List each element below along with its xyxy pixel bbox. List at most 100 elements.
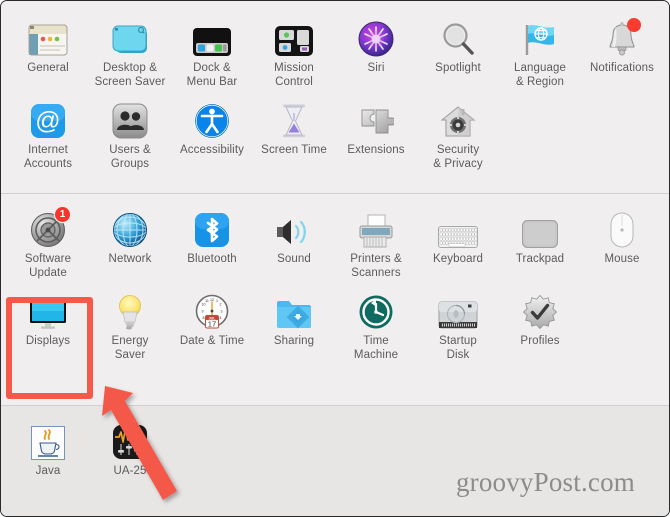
sharing-folder-icon bbox=[271, 290, 317, 330]
pref-item-keyboard[interactable]: Keyboard bbox=[417, 198, 499, 280]
watermark: groovyPost.com bbox=[455, 467, 635, 497]
pref-item-date-time[interactable]: 123 69 12 45 78 1011 JUL 17 Date & Time bbox=[171, 280, 253, 362]
keyboard-icon bbox=[435, 208, 481, 248]
pref-item-spotlight[interactable]: Spotlight bbox=[417, 7, 499, 89]
svg-text:@: @ bbox=[35, 107, 60, 135]
pref-item-label: Startup Disk bbox=[439, 335, 477, 361]
pref-item-displays[interactable]: Displays bbox=[7, 280, 89, 362]
pref-item-bluetooth[interactable]: Bluetooth bbox=[171, 198, 253, 280]
pref-item-label: Security & Privacy bbox=[433, 144, 483, 170]
pref-item-label: General bbox=[27, 62, 69, 74]
energy-saver-bulb-icon bbox=[107, 290, 153, 330]
svg-text:8: 8 bbox=[203, 316, 205, 320]
pref-item-label: Notifications bbox=[590, 62, 654, 74]
pref-item-label: Desktop & Screen Saver bbox=[94, 62, 166, 88]
pref-item-label: Siri bbox=[367, 62, 385, 74]
trackpad-icon bbox=[517, 208, 563, 248]
ua25-audio-icon bbox=[107, 420, 153, 460]
pref-item-java[interactable]: Java bbox=[7, 410, 89, 479]
pref-item-label: Extensions bbox=[347, 144, 405, 156]
siri-icon bbox=[353, 17, 399, 57]
pref-item-language-region[interactable]: Language & Region bbox=[499, 7, 581, 89]
svg-text:9: 9 bbox=[202, 310, 204, 314]
network-globe-icon bbox=[107, 208, 153, 248]
pref-item-label: Mouse bbox=[604, 253, 640, 265]
system-preferences-window: General Desktop & Screen Saver Dock & Me… bbox=[0, 0, 670, 517]
preferences-pane-hardware: 1 Software Update Network Bluetooth Soun… bbox=[1, 193, 669, 405]
svg-text:17: 17 bbox=[208, 320, 216, 329]
printer-icon bbox=[353, 208, 399, 248]
pref-item-label: Software Update bbox=[24, 253, 72, 279]
pref-item-desktop-screen-saver[interactable]: Desktop & Screen Saver bbox=[89, 7, 171, 89]
pref-item-label: Displays bbox=[25, 335, 71, 347]
pref-item-label: Time Machine bbox=[353, 335, 399, 361]
pref-item-label: Sharing bbox=[273, 335, 315, 347]
pref-item-label: Users & Groups bbox=[109, 144, 151, 170]
pref-item-software-update[interactable]: 1 Software Update bbox=[7, 198, 89, 280]
sound-speaker-icon bbox=[271, 208, 317, 248]
pref-item-printers-scanners[interactable]: Printers & Scanners bbox=[335, 198, 417, 280]
pref-item-label: UA-25 bbox=[113, 465, 147, 477]
pref-item-screen-time[interactable]: Screen Time bbox=[253, 89, 335, 171]
pref-item-sharing[interactable]: Sharing bbox=[253, 280, 335, 362]
users-groups-icon bbox=[107, 99, 153, 139]
pref-item-label: Dock & Menu Bar bbox=[186, 62, 238, 88]
pref-item-notifications[interactable]: Notifications bbox=[581, 7, 663, 89]
pref-item-mouse[interactable]: Mouse bbox=[581, 198, 663, 280]
pref-item-mission-control[interactable]: Mission Control bbox=[253, 7, 335, 89]
pref-item-time-machine[interactable]: Time Machine bbox=[335, 280, 417, 362]
notifications-bell-icon bbox=[599, 17, 645, 57]
pref-item-label: Screen Time bbox=[261, 144, 327, 156]
pref-item-trackpad[interactable]: Trackpad bbox=[499, 198, 581, 280]
notification-dot-badge bbox=[627, 18, 641, 32]
pref-item-label: Sound bbox=[277, 253, 311, 265]
desktop-screensaver-icon bbox=[107, 17, 153, 57]
time-machine-icon bbox=[353, 290, 399, 330]
pref-item-extensions[interactable]: Extensions bbox=[335, 89, 417, 171]
pref-item-label: Mission Control bbox=[274, 62, 314, 88]
pref-item-label: Profiles bbox=[520, 335, 560, 347]
language-region-flag-icon bbox=[517, 17, 563, 57]
pref-item-label: Bluetooth bbox=[187, 253, 237, 265]
pref-item-startup-disk[interactable]: Startup Disk bbox=[417, 280, 499, 362]
pref-item-label: Internet Accounts bbox=[23, 144, 73, 170]
pref-item-label: Date & Time bbox=[179, 335, 245, 347]
svg-text:11: 11 bbox=[205, 299, 209, 303]
security-privacy-house-icon bbox=[435, 99, 481, 139]
general-window-icon bbox=[25, 17, 71, 57]
pref-item-label: Spotlight bbox=[435, 62, 481, 74]
pref-item-profiles[interactable]: Profiles bbox=[499, 280, 581, 362]
software-update-icon: 1 bbox=[25, 207, 71, 248]
pref-item-security-privacy[interactable]: Security & Privacy bbox=[417, 89, 499, 171]
profiles-badge-icon bbox=[517, 290, 563, 330]
pref-item-network[interactable]: Network bbox=[89, 198, 171, 280]
internet-accounts-at-icon: @ bbox=[25, 99, 71, 139]
pref-item-siri[interactable]: Siri bbox=[335, 7, 417, 89]
pref-item-label: Keyboard bbox=[432, 253, 484, 265]
pref-item-label: Trackpad bbox=[515, 253, 565, 265]
pref-item-accessibility[interactable]: Accessibility bbox=[171, 89, 253, 171]
displays-monitor-icon bbox=[25, 290, 71, 330]
pref-item-label: Network bbox=[108, 253, 152, 265]
preferences-pane-third-party: Java UA-25 groovyPost.com bbox=[1, 405, 669, 516]
bluetooth-icon bbox=[189, 208, 235, 248]
mouse-icon bbox=[599, 208, 645, 248]
update-badge: 1 bbox=[55, 207, 70, 222]
startup-disk-icon bbox=[435, 290, 481, 330]
pref-item-users-groups[interactable]: Users & Groups bbox=[89, 89, 171, 171]
pref-item-label: Language & Region bbox=[514, 62, 566, 88]
pref-item-internet-accounts[interactable]: @ Internet Accounts bbox=[7, 89, 89, 171]
pref-item-general[interactable]: General bbox=[7, 7, 89, 89]
java-coffee-cup-icon bbox=[25, 420, 71, 460]
pref-item-energy-saver[interactable]: Energy Saver bbox=[89, 280, 171, 362]
screen-time-hourglass-icon bbox=[271, 99, 317, 139]
pref-item-label: Printers & Scanners bbox=[350, 253, 402, 279]
extensions-puzzle-icon bbox=[353, 99, 399, 139]
pref-item-ua-25[interactable]: UA-25 bbox=[89, 410, 171, 479]
pref-item-label: Energy Saver bbox=[111, 335, 149, 361]
svg-text:10: 10 bbox=[202, 303, 206, 307]
pref-item-label: Accessibility bbox=[180, 144, 244, 156]
pref-item-dock-menu-bar[interactable]: Dock & Menu Bar bbox=[171, 7, 253, 89]
date-time-clock-icon: 123 69 12 45 78 1011 JUL 17 bbox=[189, 290, 235, 330]
pref-item-sound[interactable]: Sound bbox=[253, 198, 335, 280]
